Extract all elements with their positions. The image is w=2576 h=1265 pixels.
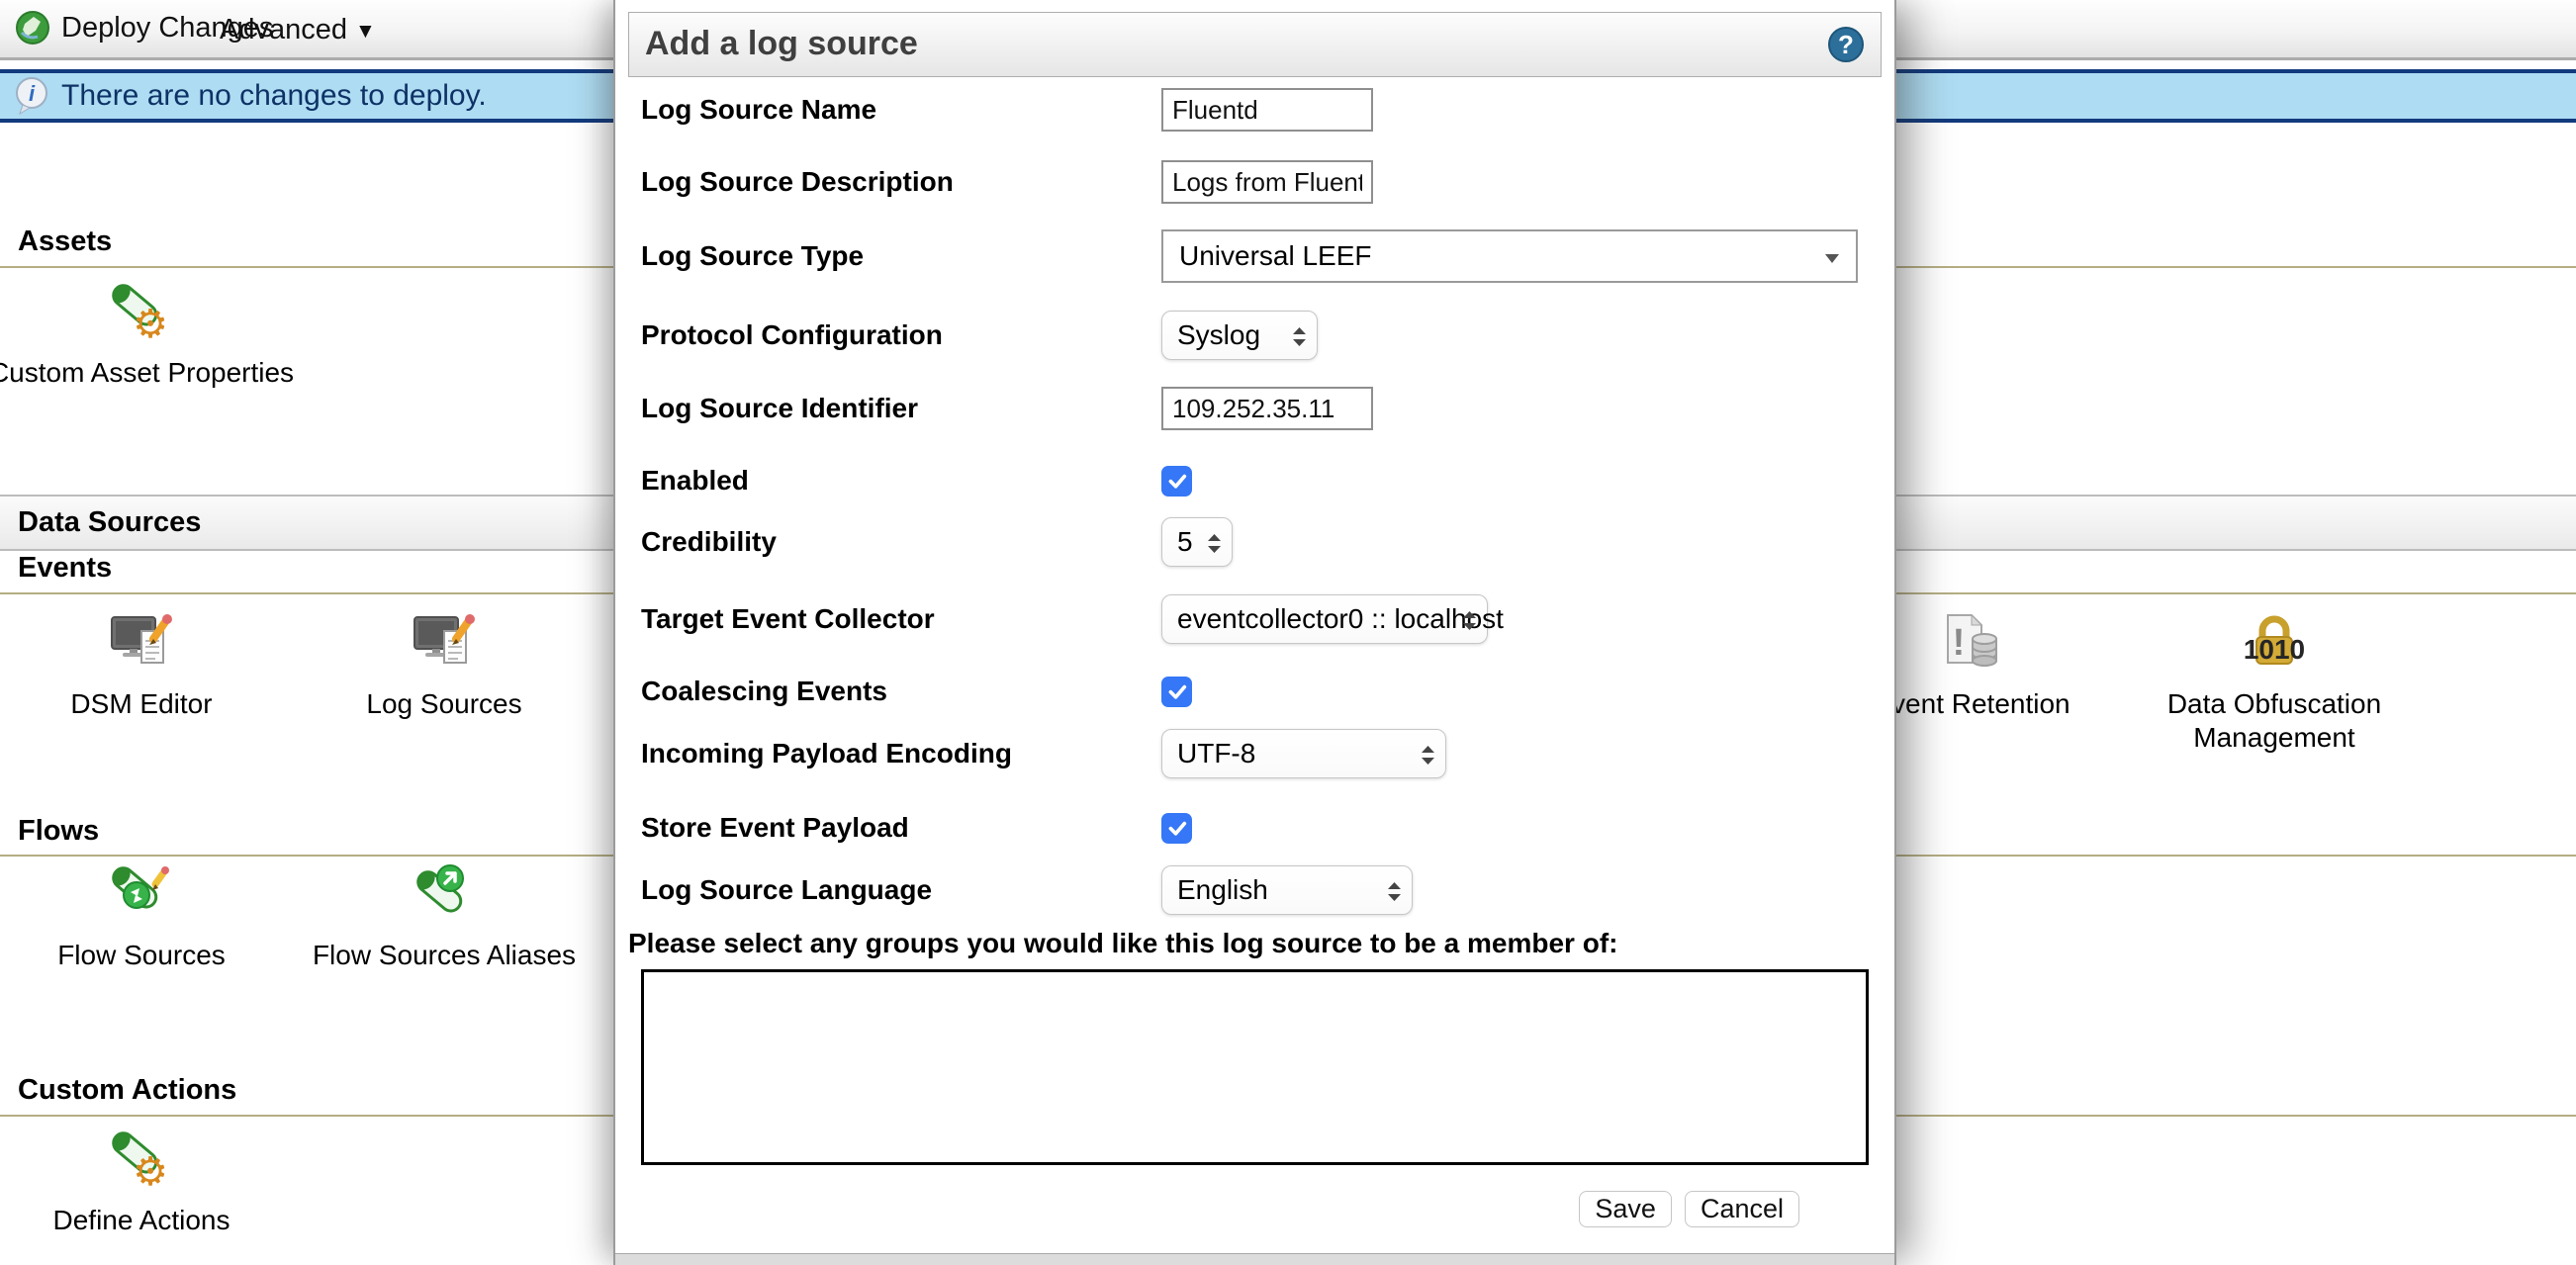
protocol-configuration-select[interactable]: Syslog (1161, 311, 1318, 360)
section-heading-flows: Flows (18, 815, 99, 848)
field-label-log-source-language: Log Source Language (641, 874, 1161, 906)
log-source-language-select[interactable]: English (1161, 865, 1413, 915)
app-label: Custom Asset Properties (0, 356, 300, 390)
incoming-payload-encoding-value: UTF-8 (1177, 738, 1255, 769)
svg-text:i: i (29, 81, 36, 106)
select-arrows-icon (1420, 744, 1436, 767)
advanced-label: Advanced (220, 14, 347, 46)
field-label-coalescing-events: Coalescing Events (641, 676, 1161, 707)
chevron-down-icon (1824, 253, 1840, 264)
section-heading-events: Events (18, 552, 112, 585)
app-label: Flow Sources (0, 939, 300, 972)
select-arrows-icon (1386, 880, 1403, 903)
log-source-identifier-input[interactable] (1161, 387, 1373, 430)
groups-select-box[interactable] (641, 969, 1869, 1165)
document-database-icon: ! (1940, 611, 2003, 675)
field-label-log-source-name: Log Source Name (641, 94, 1161, 126)
log-source-description-input[interactable] (1161, 160, 1373, 204)
pipe-pencil-refresh-icon (110, 862, 173, 926)
field-label-log-source-type: Log Source Type (641, 240, 1161, 272)
info-icon: i (12, 75, 51, 117)
section-heading-assets: Assets (18, 226, 112, 258)
banner-message: There are no changes to deploy. (61, 79, 487, 113)
field-label-log-source-description: Log Source Description (641, 166, 1161, 198)
pipe-gear-icon: ⚙ (110, 1128, 173, 1191)
log-source-name-input[interactable] (1161, 88, 1373, 132)
chevron-down-icon: ▼ (355, 20, 376, 44)
help-icon[interactable]: ? (1827, 26, 1865, 63)
monitor-pencil-icon (413, 611, 476, 675)
app-label: Log Sources (286, 687, 602, 721)
dialog-header: Add a log source ? (628, 12, 1882, 77)
app-define-actions[interactable]: ⚙ Define Actions (0, 1128, 300, 1237)
app-log-sources[interactable]: Log Sources (286, 611, 602, 721)
coalescing-events-checkbox[interactable] (1161, 677, 1192, 707)
app-custom-asset-properties[interactable]: ⚙ Custom Asset Properties (0, 280, 300, 390)
select-arrows-icon (1291, 325, 1308, 348)
app-label: Define Actions (0, 1204, 300, 1237)
deploy-globe-icon (14, 9, 51, 46)
lock-binary-icon: 1010 (2243, 611, 2306, 675)
field-label-incoming-payload-encoding: Incoming Payload Encoding (641, 738, 1161, 769)
select-arrows-icon (1206, 532, 1223, 555)
field-label-store-event-payload: Store Event Payload (641, 812, 1161, 844)
incoming-payload-encoding-select[interactable]: UTF-8 (1161, 729, 1446, 778)
target-event-collector-value: eventcollector0 :: localhost (1177, 603, 1504, 635)
dialog-footer-strip (615, 1253, 1894, 1265)
log-source-language-value: English (1177, 874, 1268, 906)
groups-prompt: Please select any groups you would like … (628, 928, 1617, 959)
check-icon (1166, 680, 1188, 702)
section-heading-data-sources: Data Sources (18, 506, 201, 538)
binary-text: 1010 (2244, 634, 2305, 665)
app-label: Flow Sources Aliases (286, 939, 602, 972)
cancel-button[interactable]: Cancel (1685, 1191, 1799, 1227)
section-heading-custom-actions: Custom Actions (18, 1074, 236, 1107)
log-source-type-value: Universal LEEF (1179, 240, 1372, 272)
gear-icon: ⚙ (133, 1150, 168, 1191)
gear-icon: ⚙ (133, 303, 168, 343)
app-label: DSM Editor (0, 687, 300, 721)
app-data-obfuscation-management[interactable]: 1010 Data Obfuscation Management (2146, 611, 2403, 755)
app-label: Data Obfuscation Management (2146, 687, 2403, 755)
app-dsm-editor[interactable]: DSM Editor (0, 611, 300, 721)
select-arrows-icon (1461, 609, 1478, 632)
monitor-pencil-icon (110, 611, 173, 675)
app-flow-sources-aliases[interactable]: Flow Sources Aliases (286, 862, 602, 972)
exclamation-glyph: ! (1953, 622, 1966, 664)
check-icon (1166, 470, 1188, 492)
log-source-type-dropdown[interactable]: Universal LEEF (1161, 229, 1858, 283)
pipe-gear-icon: ⚙ (110, 280, 173, 343)
target-event-collector-select[interactable]: eventcollector0 :: localhost (1161, 594, 1488, 644)
enabled-checkbox[interactable] (1161, 466, 1192, 497)
field-label-credibility: Credibility (641, 526, 1161, 558)
add-log-source-dialog: Add a log source ? Log Source Name Log S… (613, 0, 1896, 1265)
protocol-configuration-value: Syslog (1177, 319, 1260, 351)
check-icon (1166, 817, 1188, 839)
field-label-log-source-identifier: Log Source Identifier (641, 393, 1161, 424)
store-event-payload-checkbox[interactable] (1161, 813, 1192, 844)
pipe-arrow-icon (413, 862, 476, 926)
field-label-protocol-configuration: Protocol Configuration (641, 319, 1161, 351)
svg-text:?: ? (1838, 30, 1854, 59)
save-button[interactable]: Save (1579, 1191, 1672, 1227)
dialog-title: Add a log source (645, 13, 1881, 74)
field-label-target-event-collector: Target Event Collector (641, 603, 1161, 635)
credibility-select[interactable]: 5 (1161, 517, 1233, 567)
admin-console-page: Deploy Changes Advanced ▼ i There are no… (0, 0, 2576, 1265)
app-flow-sources[interactable]: Flow Sources (0, 862, 300, 972)
field-label-enabled: Enabled (641, 465, 1161, 497)
advanced-menu-button[interactable]: Advanced ▼ (220, 14, 376, 46)
credibility-value: 5 (1177, 526, 1193, 558)
